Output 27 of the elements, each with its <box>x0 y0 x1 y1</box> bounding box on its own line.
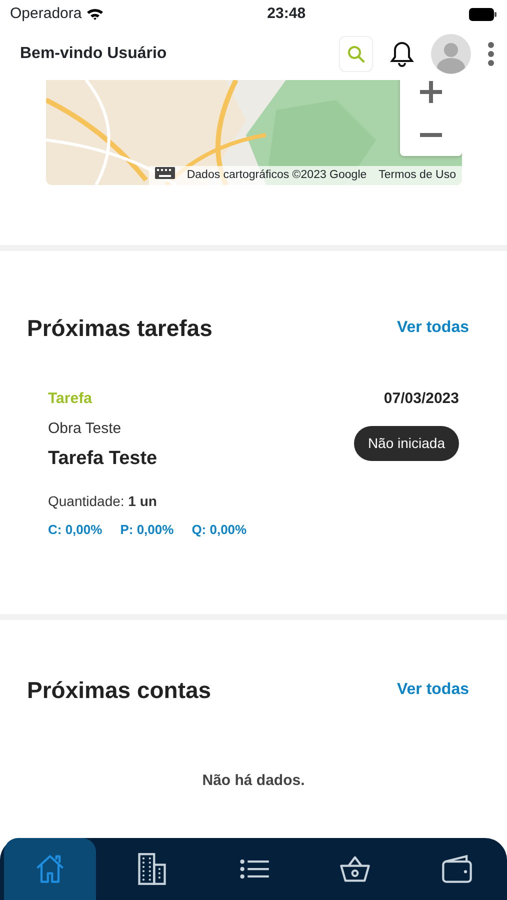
section-title: Próximas tarefas <box>27 314 212 343</box>
notification-bell-icon[interactable] <box>389 40 415 68</box>
see-all-link[interactable]: Ver todas <box>396 316 469 340</box>
see-all-link[interactable]: Ver todas <box>396 678 469 702</box>
project-name: Obra Teste <box>48 419 122 439</box>
terms-link[interactable]: Termos de Uso <box>378 166 456 184</box>
wifi-icon <box>86 7 104 21</box>
more-options-icon[interactable] <box>487 41 495 67</box>
wallet-icon <box>440 852 474 886</box>
plus-icon <box>420 80 442 102</box>
battery-icon <box>469 8 497 20</box>
carrier-name: Operadora <box>10 4 82 24</box>
status-badge: Não iniciada <box>354 426 459 461</box>
progress-metric: Q: 0,00% <box>192 521 247 539</box>
section-title: Próximas contas <box>27 676 212 704</box>
task-type: Tarefa <box>48 388 93 408</box>
empty-message: Não há dados. <box>202 772 305 789</box>
status-time: 23:48 <box>267 4 306 24</box>
progress-metric: P: 0,00% <box>120 521 174 539</box>
map-attribution: Dados cartográficos ©2023 Google <box>186 168 367 183</box>
task-name: Tarefa Teste <box>48 446 158 470</box>
task-quantity: Quantidade: 1 un <box>48 492 158 511</box>
task-date: 07/03/2023 <box>384 388 459 408</box>
page-title: Bem-vindo Usuário <box>20 44 168 64</box>
search-icon <box>347 45 365 63</box>
progress-metric: C: 0,00% <box>48 521 102 539</box>
minus-icon <box>420 132 442 136</box>
